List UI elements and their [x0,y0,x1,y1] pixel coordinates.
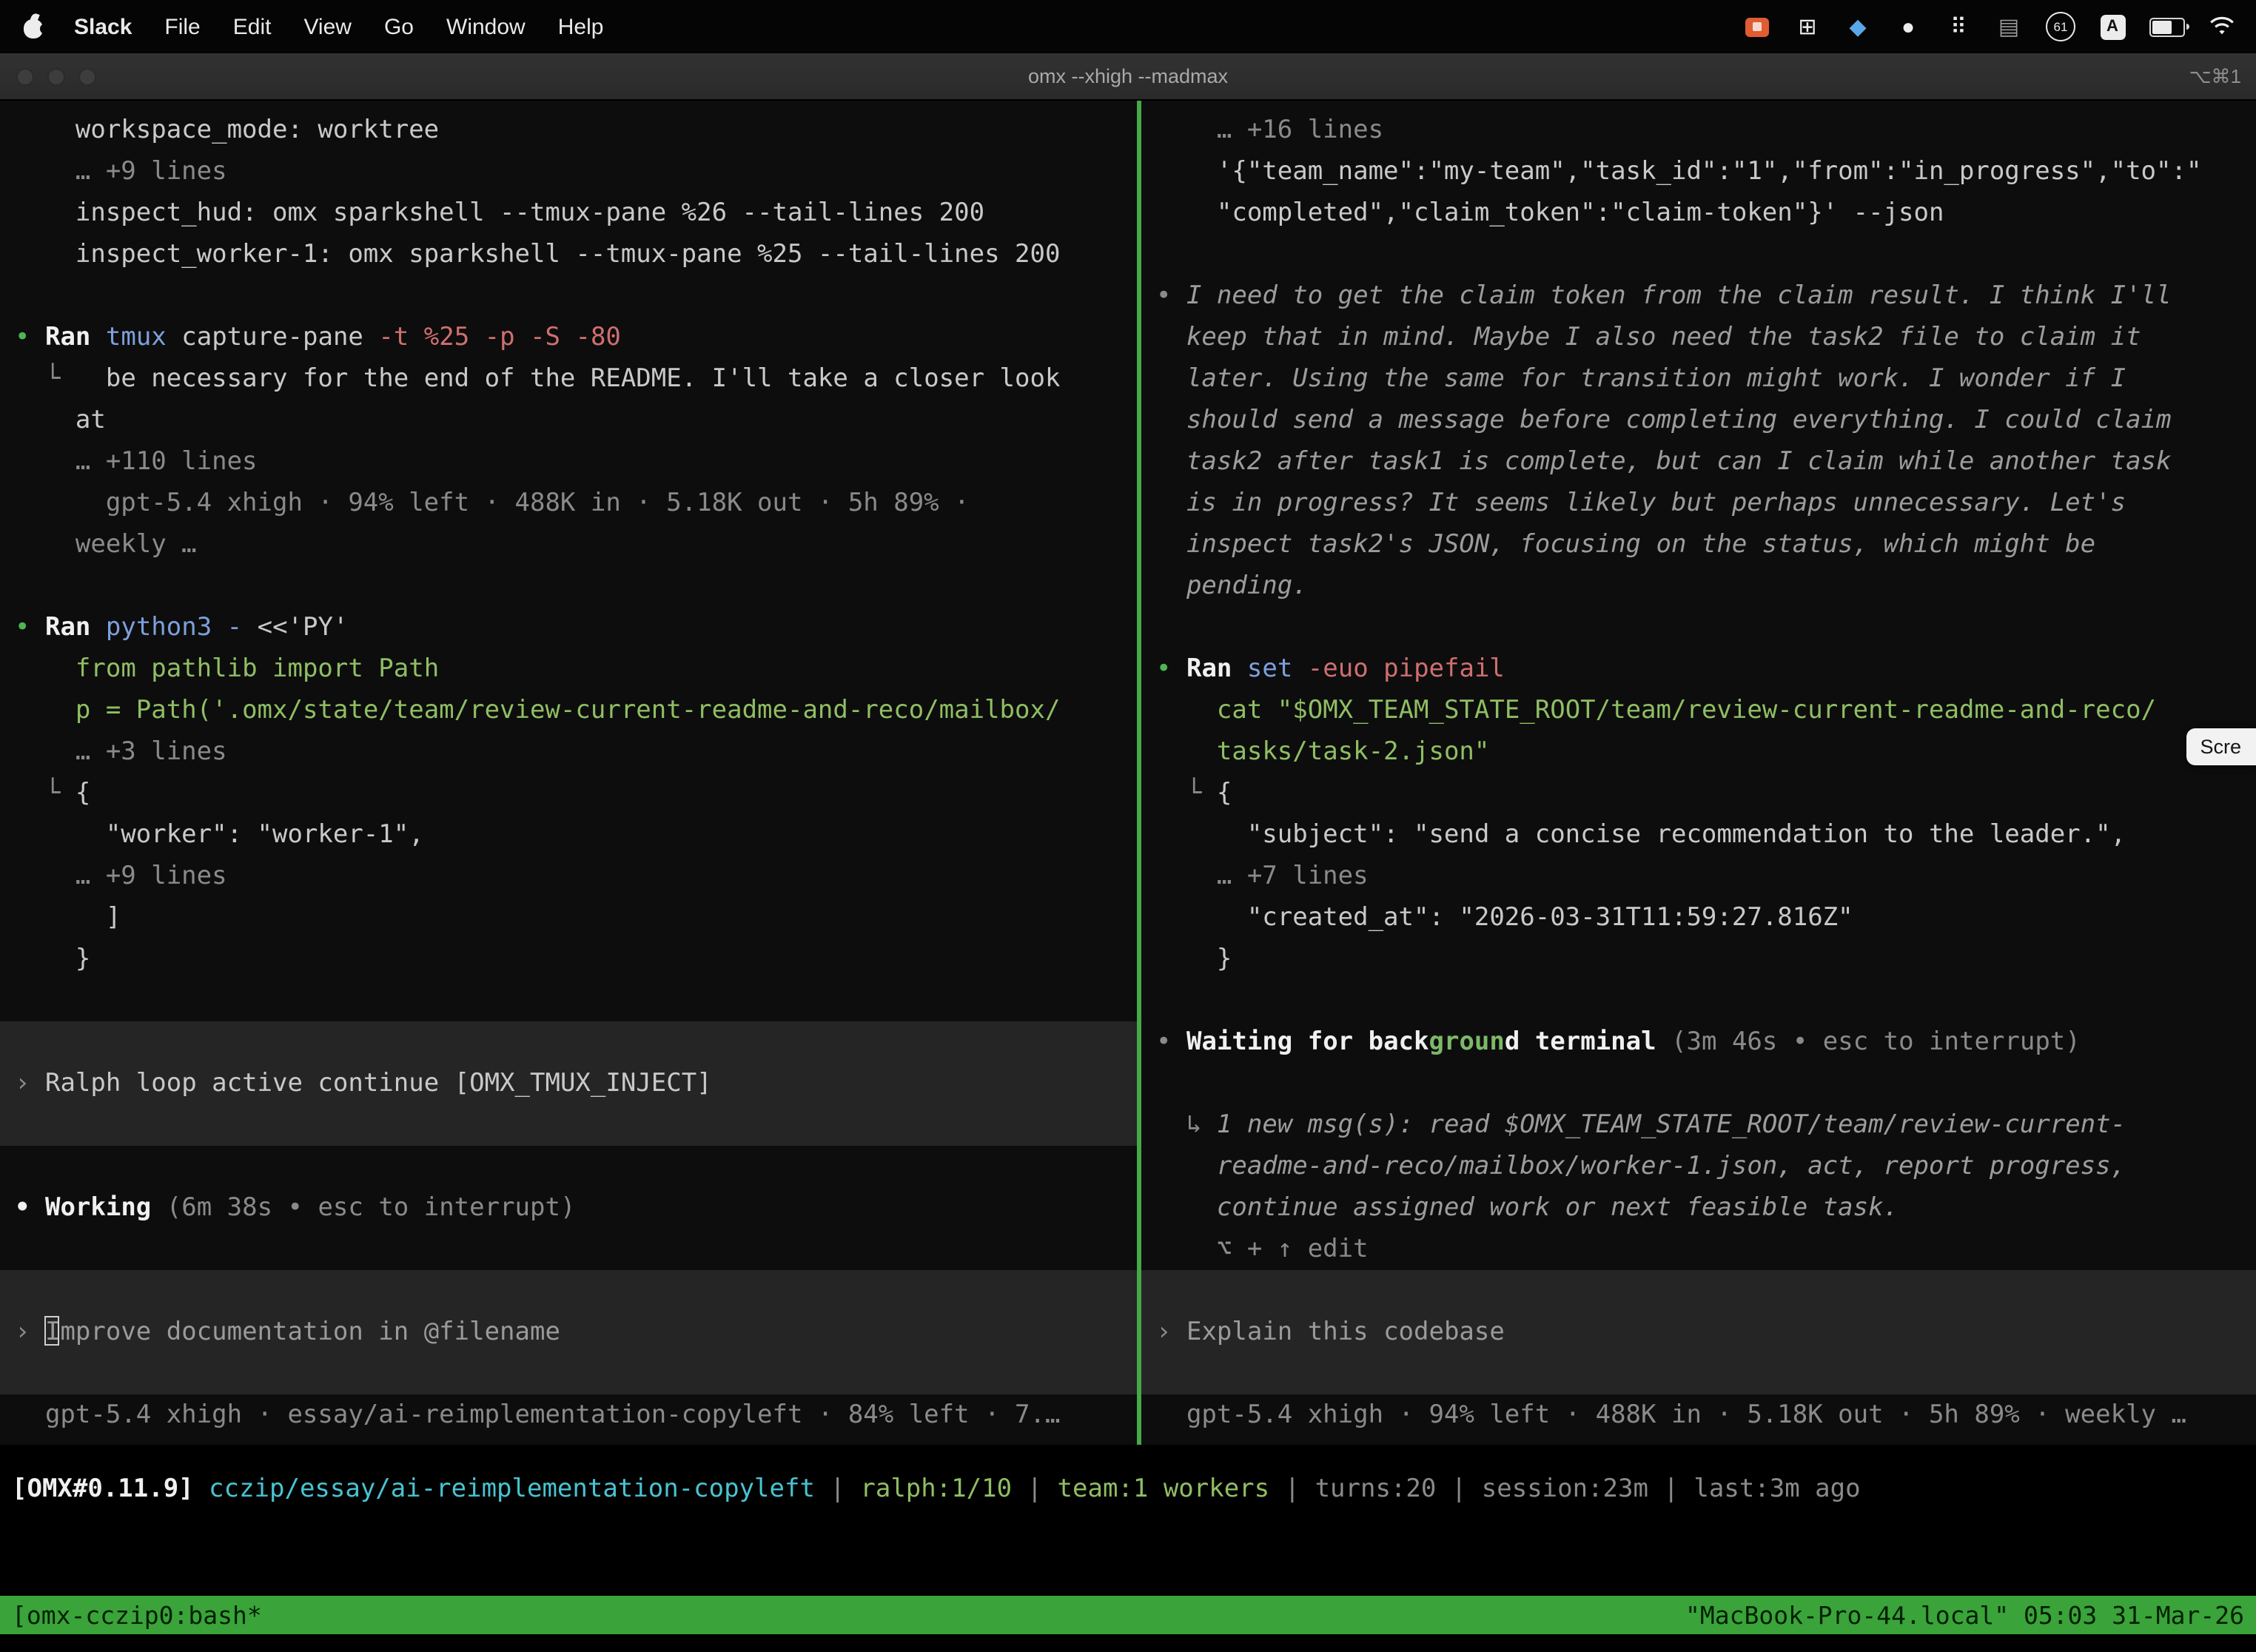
terminal-line [0,1353,1137,1394]
terminal-line: tasks/task-2.json" [1156,731,2256,773]
terminal-line: inspect_hud: omx sparkshell --tmux-pane … [15,192,1137,234]
terminal-line: • Ran tmux capture-pane -t %25 -p -S -80 [15,317,1137,358]
terminal-line: continue assigned work or next feasible … [1156,1187,2256,1229]
menu-bar: Slack File Edit View Go Window Help ⊞ ◆ ● ⠿ ▤… [0,0,2256,53]
terminal-line: … +110 lines [15,441,1137,483]
terminal-line: "created_at": "2026-03-31T11:59:27.816Z" [1156,897,2256,939]
menu-item-file[interactable]: File [164,14,200,39]
terminal-line [0,1021,1137,1063]
tmux-status-bar[interactable]: [omx-cczip0:bash* "MacBook-Pro-44.local"… [0,1596,2256,1634]
macos-screen: Slack File Edit View Go Window Help ⊞ ◆ ● ⠿ ▤… [0,0,2256,1652]
left-pane[interactable]: workspace_mode: worktree … +9 lines insp… [0,101,1137,1445]
terminal-line: … +9 lines [15,151,1137,192]
terminal-line: ] [15,897,1137,939]
terminal-line [1141,1353,2256,1394]
right-pane[interactable]: … +16 lines '{"team_name":"my-team","tas… [1141,101,2256,1445]
terminal-line: "subject": "send a concise recommendatio… [1156,814,2256,856]
battery-percent-icon[interactable]: 61 [2046,12,2075,41]
screen-recording-icon[interactable] [1745,17,1769,36]
terminal-line: cat "$OMX_TEAM_STATE_ROOT/team/review-cu… [1156,690,2256,731]
flow-icon[interactable]: ◆ [1844,13,1871,40]
terminal-line: … +7 lines [1156,856,2256,897]
terminal-line [1141,1270,2256,1312]
terminal-line: › Improve documentation in @filename [0,1312,1137,1353]
terminal-line: keep that in mind. Maybe I also need the… [1156,317,2256,358]
terminal-line: • Working (6m 38s • esc to interrupt) [15,1187,1137,1229]
terminal-line: '{"team_name":"my-team","task_id":"1","f… [1156,151,2256,192]
menu-item-edit[interactable]: Edit [233,14,272,39]
terminal-line: › Explain this codebase [1141,1312,2256,1353]
screenshot-tooltip[interactable]: Scre [2186,728,2256,765]
terminal-line: later. Using the same for transition mig… [1156,358,2256,400]
terminal-content: workspace_mode: worktree … +9 lines insp… [0,101,2256,1445]
terminal-line [0,1270,1137,1312]
terminal-line: • Ran set -euo pipefail [1156,648,2256,690]
terminal-line [0,1104,1137,1146]
menu-item-go[interactable]: Go [384,14,414,39]
terminal-line: weekly … [15,524,1137,565]
terminal-line [15,1146,1137,1187]
terminal-line: at [15,400,1137,441]
terminal-line: gpt-5.4 xhigh · essay/ai-reimplementatio… [15,1394,1137,1436]
terminal-line: … +9 lines [15,856,1137,897]
terminal-line: ↳ 1 new msg(s): read $OMX_TEAM_STATE_ROO… [1156,1104,2256,1146]
terminal-line [15,565,1137,607]
terminal-line [15,980,1137,1021]
menu-bar-status-icons: ⊞ ◆ ● ⠿ ▤ 61 A [1744,13,2235,40]
terminal-line: └ { [15,773,1137,814]
terminal-line [1156,607,2256,648]
terminal-line: └ { [1156,773,2256,814]
menu-item-help[interactable]: Help [558,14,604,39]
terminal-line: } [15,939,1137,980]
window-title: omx --xhigh --madmax [0,65,2256,87]
tmux-host-clock: "MacBook-Pro-44.local" 05:03 31-Mar-26 [1685,1601,2244,1629]
terminal-line: workspace_mode: worktree [15,110,1137,151]
battery-icon[interactable] [2149,17,2185,36]
terminal-line: • I need to get the claim token from the… [1156,275,2256,317]
terminal-line [1156,980,2256,1021]
terminal-line: gpt-5.4 xhigh · 94% left · 488K in · 5.1… [1156,1394,2256,1436]
terminal-line: "completed","claim_token":"claim-token"}… [1156,192,2256,234]
omx-status-area: [OMX#0.11.9] cczip/essay/ai-reimplementa… [0,1445,2256,1596]
menu-item-view[interactable]: View [303,14,352,39]
terminal-line: is in progress? It seems likely but perh… [1156,483,2256,524]
terminal-line: task2 after task1 is complete, but can I… [1156,441,2256,483]
terminal-line: inspect_worker-1: omx sparkshell --tmux-… [15,234,1137,275]
terminal-line: • Waiting for background terminal (3m 46… [1156,1021,2256,1063]
terminal-line: … +16 lines [1156,110,2256,151]
terminal-line: readme-and-reco/mailbox/worker-1.json, a… [1156,1146,2256,1187]
menu-item-window[interactable]: Window [446,14,526,39]
wifi-icon[interactable] [2209,13,2235,40]
menu-app-name[interactable]: Slack [74,14,132,39]
display-icon[interactable]: ▤ [1995,13,2022,40]
terminal-line: should send a message before completing … [1156,400,2256,441]
terminal-line [15,1229,1137,1270]
terminal-line [1156,234,2256,275]
terminal-line: • Ran python3 - <<'PY' [15,607,1137,648]
app-grid-icon[interactable]: ⠿ [1945,13,1972,40]
terminal-line: … +3 lines [15,731,1137,773]
window-title-bar: omx --xhigh --madmax ⌥⌘1 [0,53,2256,101]
terminal-line: from pathlib import Path [15,648,1137,690]
terminal-line: } [1156,939,2256,980]
ghostty-icon[interactable]: ● [1895,13,1921,40]
tmux-session-name: [omx-cczip0:bash* [12,1601,262,1629]
terminal-line: › Ralph loop active continue [OMX_TMUX_I… [0,1063,1137,1104]
terminal-line: inspect task2's JSON, focusing on the st… [1156,524,2256,565]
terminal-line: [OMX#0.11.9] cczip/essay/ai-reimplementa… [12,1468,2244,1510]
terminal-line: pending. [1156,565,2256,607]
terminal-line: └ be necessary for the end of the README… [15,358,1137,400]
input-source-icon[interactable]: A [2100,14,2125,39]
terminal-line: p = Path('.omx/state/team/review-current… [15,690,1137,731]
window-tiling-icon[interactable]: ⊞ [1794,13,1821,40]
terminal-line: "worker": "worker-1", [15,814,1137,856]
terminal-line: ⌥ + ↑ edit [1156,1229,2256,1270]
terminal-line: gpt-5.4 xhigh · 94% left · 488K in · 5.1… [15,483,1137,524]
menu-items: File Edit View Go Window Help [164,14,636,39]
terminal-line [1156,1063,2256,1104]
bottom-strip [0,1634,2256,1652]
apple-menu-icon[interactable] [21,15,47,38]
tmux-window-hint: ⌥⌘1 [2189,64,2241,88]
terminal-line [15,275,1137,317]
